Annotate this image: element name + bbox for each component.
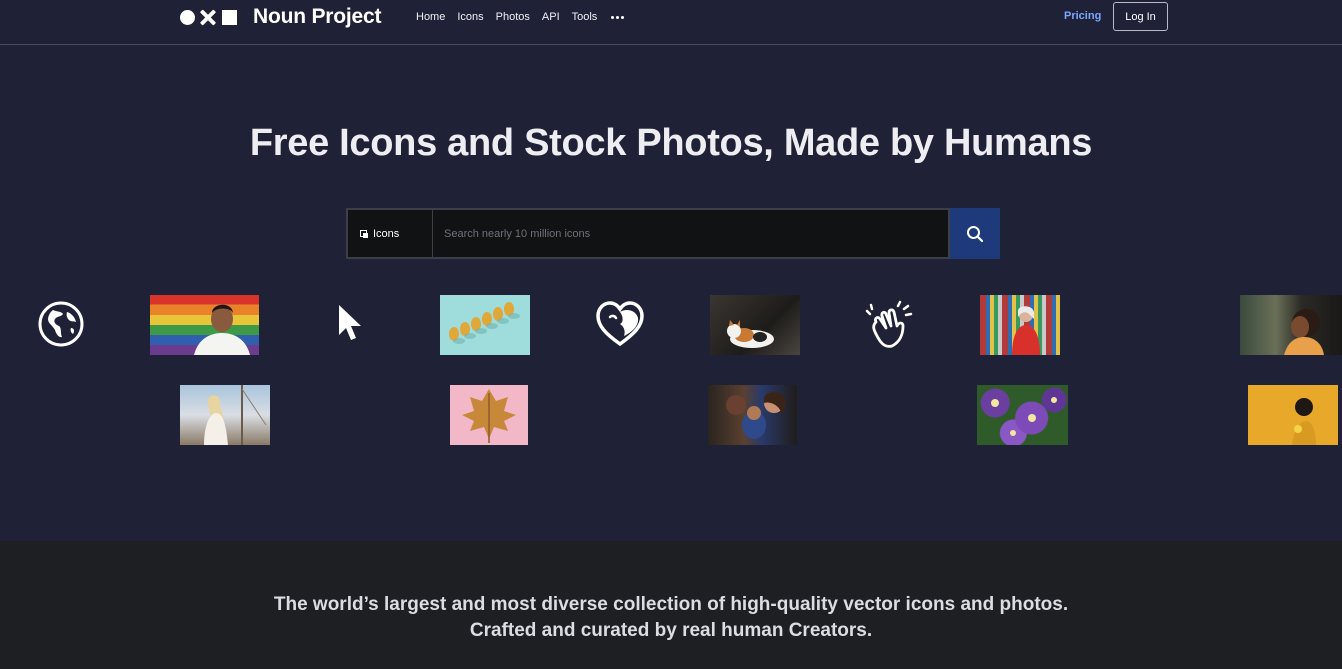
autumn-leaf-photo[interactable] (450, 385, 528, 445)
nav-tools[interactable]: Tools (572, 11, 598, 24)
cursor-arrow-icon[interactable] (337, 303, 363, 345)
pricing-link[interactable]: Pricing (1064, 10, 1101, 22)
icons-type-icon (360, 229, 368, 238)
tagline-line-1: The world’s largest and most diverse col… (273, 594, 1069, 615)
more-options-icon[interactable] (611, 11, 625, 24)
main-nav: Home Icons Photos API Tools (416, 11, 625, 24)
site-header: Noun Project Home Icons Photos API Tools… (0, 0, 1342, 45)
search-bar: Icons (346, 208, 1000, 259)
brand-logo[interactable]: Noun Project (180, 5, 382, 28)
search-type-selector[interactable]: Icons (346, 208, 433, 259)
nav-api[interactable]: API (542, 11, 560, 24)
search-input[interactable] (433, 208, 950, 259)
pears-photo[interactable] (440, 295, 530, 355)
hero-title: Free Icons and Stock Photos, Made by Hum… (249, 122, 1093, 164)
woman-mural-photo[interactable] (980, 295, 1060, 355)
cat-photo[interactable] (710, 295, 800, 355)
nav-photos[interactable]: Photos (496, 11, 530, 24)
search-icon (967, 225, 984, 242)
login-button[interactable]: Log In (1113, 2, 1168, 31)
woman-boat-photo[interactable] (180, 385, 270, 445)
man-rainbow-flag-photo[interactable] (150, 295, 259, 355)
search-button[interactable] (950, 208, 1000, 259)
purple-flowers-photo[interactable] (977, 385, 1068, 445)
yellow-background-photo[interactable] (1248, 385, 1338, 445)
woman-portrait-photo[interactable] (1240, 295, 1342, 355)
search-type-label: Icons (373, 227, 400, 240)
tagline-line-2: Crafted and curated by real human Creato… (469, 620, 873, 641)
nav-home[interactable]: Home (416, 11, 445, 24)
clapping-hands-icon[interactable] (864, 300, 914, 350)
brand-name: Noun Project (253, 5, 382, 28)
family-baby-photo[interactable] (708, 385, 797, 445)
tagline: The world’s largest and most diverse col… (0, 592, 1342, 644)
globe-icon[interactable] (37, 300, 85, 348)
logo-mark-icon (180, 9, 237, 26)
heart-face-icon[interactable] (596, 300, 644, 348)
nav-icons[interactable]: Icons (457, 11, 483, 24)
